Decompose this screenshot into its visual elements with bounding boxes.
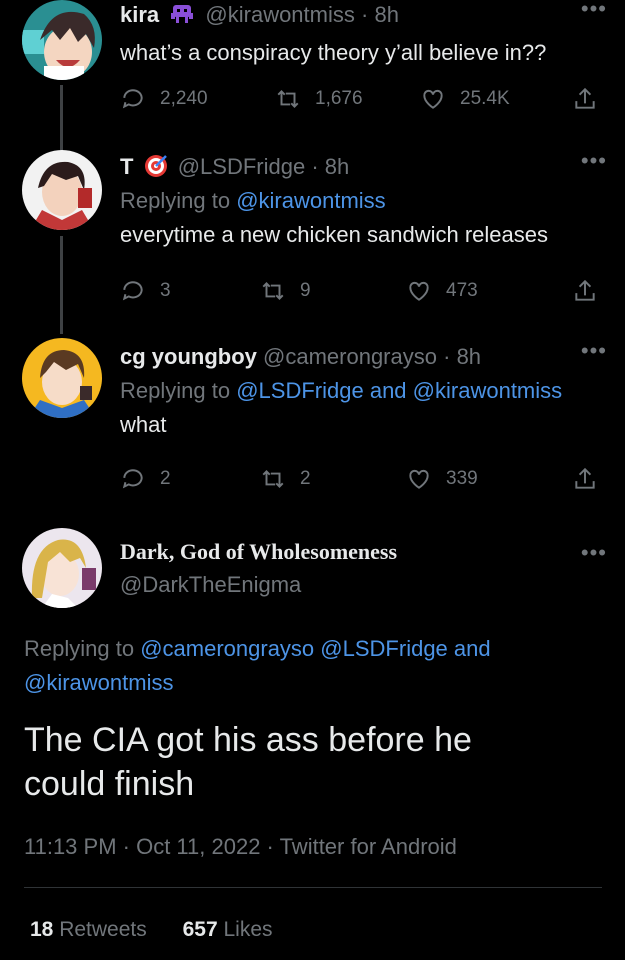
timestamp[interactable]: 8h: [374, 2, 398, 27]
like-count: 25.4K: [460, 88, 510, 109]
alien-monster-icon: [171, 5, 194, 24]
mention-link[interactable]: @kirawontmiss: [24, 670, 173, 695]
reply-button[interactable]: 2: [120, 466, 171, 492]
reply-icon: [122, 89, 143, 109]
retweet-icon: [277, 90, 299, 108]
tweet[interactable]: T @LSDFridge · 8h ••• Replying to @kiraw…: [120, 150, 607, 252]
tweet[interactable]: cg youngboy @camerongrayso · 8h ••• Repl…: [120, 340, 607, 442]
main-tweet-text-line: could finish: [24, 765, 195, 803]
share-icon: [575, 87, 595, 109]
reply-button[interactable]: 2,240: [120, 86, 208, 112]
mention-link[interactable]: @LSDFridge: [320, 636, 448, 661]
tweet-header: T @LSDFridge · 8h: [120, 152, 607, 182]
handle[interactable]: @DarkTheEnigma: [120, 570, 607, 600]
share-button[interactable]: [572, 278, 598, 304]
separator: ·: [443, 344, 451, 369]
replying-to: Replying to @LSDFridge and @kirawontmiss: [120, 374, 607, 408]
tweet-text: what: [120, 412, 167, 437]
reply-count: 2,240: [160, 88, 208, 109]
tweet-text: what’s a conspiracy theory y’all believe…: [120, 40, 547, 65]
tweet-actions: 2 2 339: [120, 466, 605, 496]
tweet-actions: 2,240 1,676 25.4K: [120, 86, 605, 116]
thread-line: [60, 236, 63, 334]
retweet-icon: [262, 470, 284, 488]
retweet-count: 9: [300, 280, 311, 301]
more-icon[interactable]: •••: [581, 542, 607, 564]
reply-icon: [122, 281, 143, 301]
mention-link[interactable]: @kirawontmiss: [413, 378, 562, 403]
likes-label: Likes: [223, 918, 273, 941]
tweet-header: cg youngboy @camerongrayso · 8h: [120, 342, 607, 372]
share-button[interactable]: [572, 466, 598, 492]
heart-icon: [409, 469, 429, 489]
more-icon[interactable]: •••: [581, 0, 607, 20]
avatar[interactable]: [22, 528, 102, 608]
target-icon: [144, 155, 167, 178]
more-icon[interactable]: •••: [581, 150, 607, 172]
handle[interactable]: @kirawontmiss: [205, 2, 354, 27]
mention-conjunction: and: [453, 636, 491, 661]
engagement-counts: 18 Retweets 657 Likes: [30, 918, 273, 942]
likes-count[interactable]: 657 Likes: [183, 918, 273, 941]
tweet[interactable]: kira @kirawontmiss · 8h ••• what’s a con…: [120, 0, 607, 70]
divider: [24, 887, 602, 888]
display-name[interactable]: T: [120, 154, 133, 179]
tweet-text: everytime a new chicken sandwich release…: [120, 222, 548, 247]
reply-button[interactable]: 3: [120, 278, 171, 304]
handle[interactable]: @camerongrayso: [263, 344, 437, 369]
separator: ·: [311, 154, 319, 179]
main-tweet-text: The CIA got his ass before he could fini…: [24, 718, 601, 806]
replying-to: Replying to @camerongrayso @LSDFridge an…: [24, 632, 491, 700]
display-name[interactable]: kira: [120, 2, 159, 27]
reply-count: 3: [160, 280, 171, 301]
likes-number: 657: [182, 918, 218, 941]
retweet-button[interactable]: 1,676: [275, 86, 363, 112]
heart-icon: [423, 89, 443, 109]
main-tweet-text-line: The CIA got his ass before he: [24, 721, 472, 759]
tweet-header: kira @kirawontmiss · 8h: [120, 0, 607, 30]
timestamp[interactable]: 8h: [325, 154, 349, 179]
display-name[interactable]: Dark, God of Wholesomeness: [120, 538, 607, 566]
mention-link[interactable]: @camerongrayso: [140, 636, 314, 661]
separator: ·: [361, 2, 369, 27]
like-count: 339: [446, 468, 478, 489]
replying-to-label: Replying to: [24, 636, 135, 661]
avatar[interactable]: [22, 150, 102, 230]
retweet-count: 1,676: [315, 88, 363, 109]
mention-conjunction: and: [369, 378, 407, 403]
like-button[interactable]: 339: [406, 466, 478, 492]
avatar[interactable]: [22, 0, 102, 80]
replying-to-label: Replying to: [120, 188, 231, 213]
like-button[interactable]: 25.4K: [420, 86, 510, 112]
retweets-number: 18: [30, 918, 54, 941]
replying-to-label: Replying to: [120, 378, 231, 403]
heart-icon: [409, 281, 429, 301]
retweet-icon: [262, 282, 284, 300]
share-icon: [575, 467, 595, 489]
retweet-count: 2: [300, 468, 311, 489]
share-icon: [575, 279, 595, 301]
replying-to: Replying to @kirawontmiss: [120, 184, 607, 218]
tweet-actions: 3 9 473: [120, 278, 605, 308]
tweet-timestamp[interactable]: 11:13 PM · Oct 11, 2022 · Twitter for An…: [24, 834, 457, 860]
like-button[interactable]: 473: [406, 278, 478, 304]
display-name[interactable]: cg youngboy: [120, 344, 257, 369]
retweets-label: Retweets: [59, 918, 147, 941]
retweet-button[interactable]: 9: [260, 278, 311, 304]
more-icon[interactable]: •••: [581, 340, 607, 362]
mention-link[interactable]: @kirawontmiss: [236, 188, 385, 213]
retweet-button[interactable]: 2: [260, 466, 311, 492]
like-count: 473: [446, 280, 478, 301]
retweets-count[interactable]: 18 Retweets: [30, 918, 147, 941]
reply-icon: [122, 469, 143, 489]
main-tweet-header: Dark, God of Wholesomeness @DarkTheEnigm…: [120, 538, 607, 600]
mention-link[interactable]: @LSDFridge: [236, 378, 364, 403]
reply-count: 2: [160, 468, 171, 489]
timestamp[interactable]: 8h: [457, 344, 481, 369]
avatar[interactable]: [22, 338, 102, 418]
share-button[interactable]: [572, 86, 598, 112]
thread-line: [60, 85, 63, 157]
handle[interactable]: @LSDFridge: [178, 154, 306, 179]
